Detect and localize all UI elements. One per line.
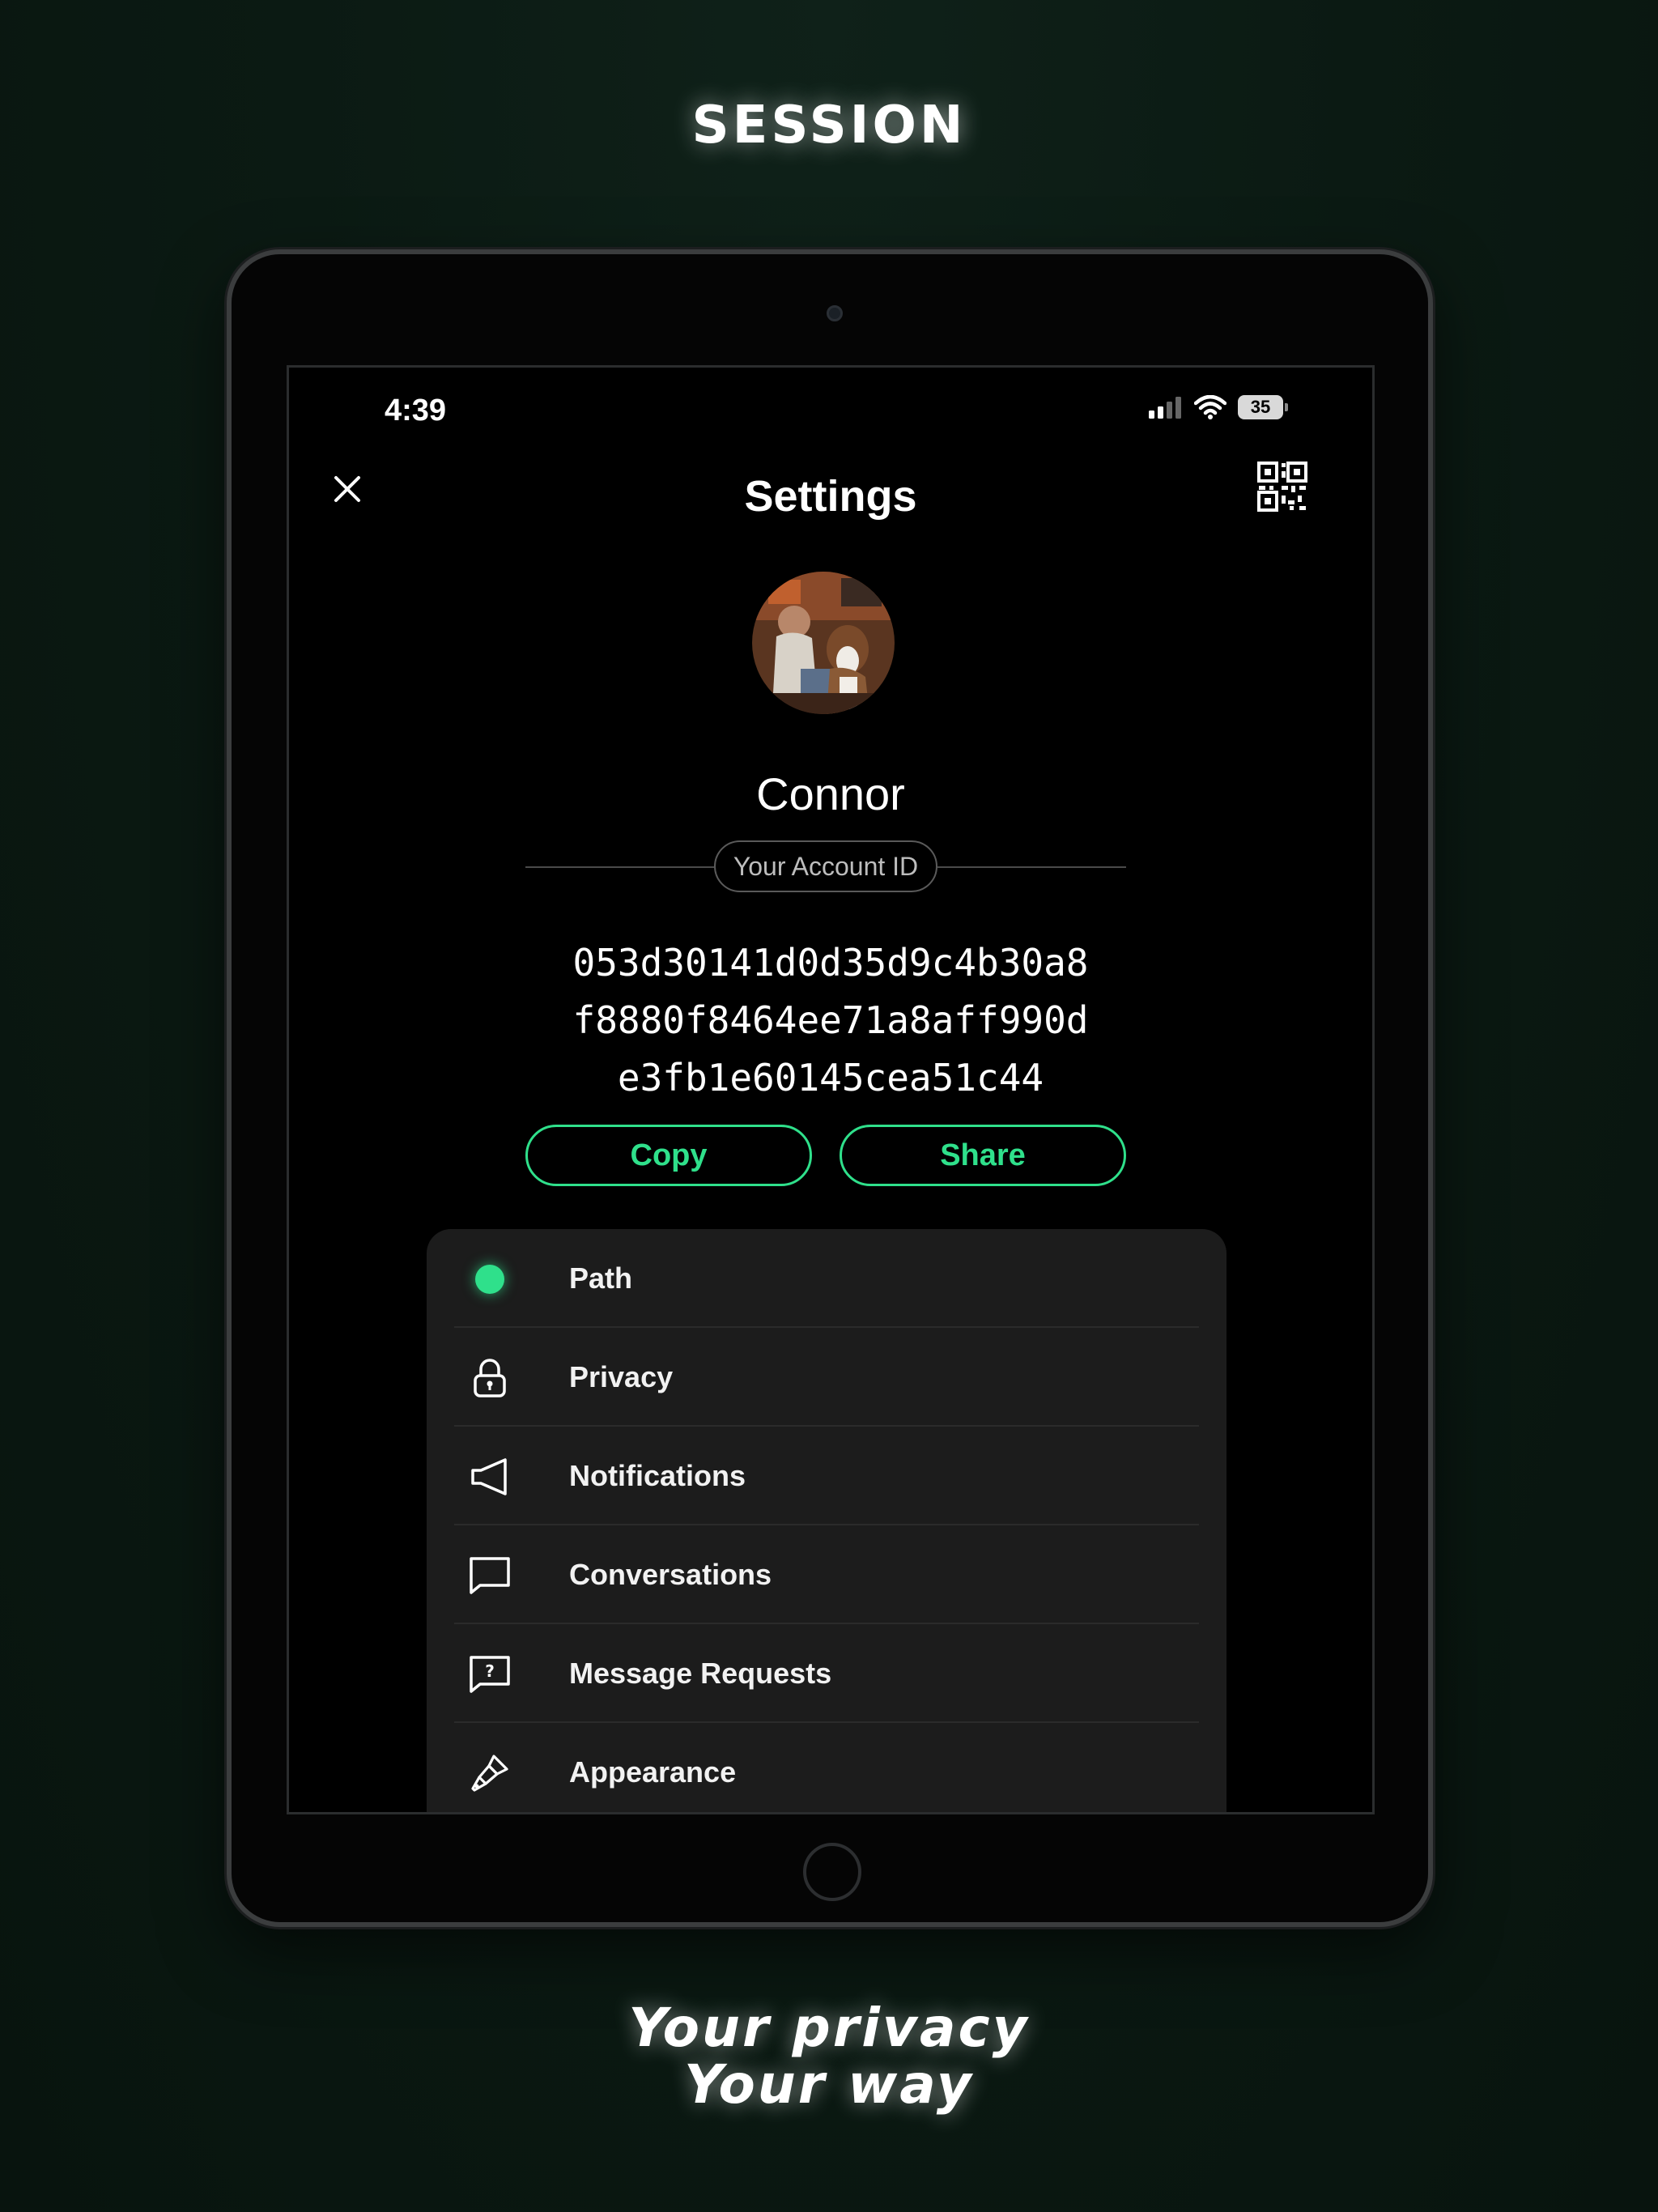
- megaphone-icon: [469, 1456, 511, 1498]
- divider-line-left: [525, 866, 714, 868]
- divider-line-right: [937, 866, 1126, 868]
- device-screen: 4:39 35 Settings Connor Your Account ID …: [287, 365, 1375, 1814]
- cellular-signal-icon: [1149, 397, 1181, 419]
- account-id-value[interactable]: 053d30141d0d35d9c4b30a8 f8880f8464ee71a8…: [289, 934, 1372, 1107]
- question-bubble-icon: ?: [469, 1653, 511, 1695]
- share-button[interactable]: Share: [840, 1125, 1126, 1186]
- svg-text:?: ?: [485, 1661, 495, 1681]
- lock-icon: [469, 1357, 511, 1399]
- avatar-photo: [752, 572, 895, 714]
- account-id-line: f8880f8464ee71a8aff990d: [572, 998, 1089, 1042]
- account-id-line: 053d30141d0d35d9c4b30a8: [572, 941, 1089, 985]
- path-status-dot: [469, 1258, 511, 1300]
- qr-code-button[interactable]: [1257, 462, 1307, 512]
- ipad-device-frame: 4:39 35 Settings Connor Your Account ID …: [227, 249, 1433, 1927]
- settings-item-label: Privacy: [569, 1360, 674, 1393]
- profile-name[interactable]: Connor: [289, 768, 1372, 820]
- settings-item-label: Notifications: [569, 1459, 746, 1492]
- account-id-divider: Your Account ID: [525, 840, 1126, 892]
- settings-item-label: Path: [569, 1261, 633, 1295]
- settings-item-conversations[interactable]: Conversations: [427, 1525, 1226, 1624]
- settings-list: Path Privacy Notifications Conversations…: [427, 1229, 1226, 1812]
- front-camera: [827, 305, 843, 321]
- tagline: Your privacy Your way: [0, 2000, 1658, 2113]
- tagline-line: Your privacy: [628, 1997, 1030, 2059]
- status-bar: 4:39 35: [289, 368, 1372, 440]
- settings-item-notifications[interactable]: Notifications: [427, 1427, 1226, 1525]
- settings-item-message-requests[interactable]: ? Message Requests: [427, 1624, 1226, 1723]
- settings-item-privacy[interactable]: Privacy: [427, 1328, 1226, 1427]
- qr-code-icon: [1257, 462, 1307, 512]
- settings-item-label: Message Requests: [569, 1657, 832, 1690]
- account-id-label: Your Account ID: [714, 840, 937, 892]
- brand-title: SESSION: [691, 96, 967, 155]
- settings-item-label: Appearance: [569, 1755, 737, 1789]
- home-button[interactable]: [803, 1843, 861, 1901]
- settings-item-label: Conversations: [569, 1558, 772, 1591]
- status-time: 4:39: [385, 393, 447, 428]
- paintbrush-icon: [469, 1752, 511, 1794]
- settings-item-appearance[interactable]: Appearance: [427, 1723, 1226, 1812]
- tagline-line: Your way: [684, 2053, 974, 2116]
- status-icons: 35: [1147, 395, 1288, 419]
- page-title: Settings: [744, 472, 917, 521]
- wifi-icon: [1194, 395, 1226, 419]
- chat-bubble-icon: [469, 1555, 511, 1597]
- settings-item-path[interactable]: Path: [427, 1229, 1226, 1328]
- profile-avatar[interactable]: [752, 572, 895, 714]
- account-id-line: e3fb1e60145cea51c44: [617, 1056, 1044, 1100]
- account-id-actions: Copy Share: [525, 1125, 1126, 1186]
- copy-button[interactable]: Copy: [525, 1125, 812, 1186]
- nav-bar: Settings: [289, 449, 1372, 530]
- battery-indicator: 35: [1238, 395, 1288, 419]
